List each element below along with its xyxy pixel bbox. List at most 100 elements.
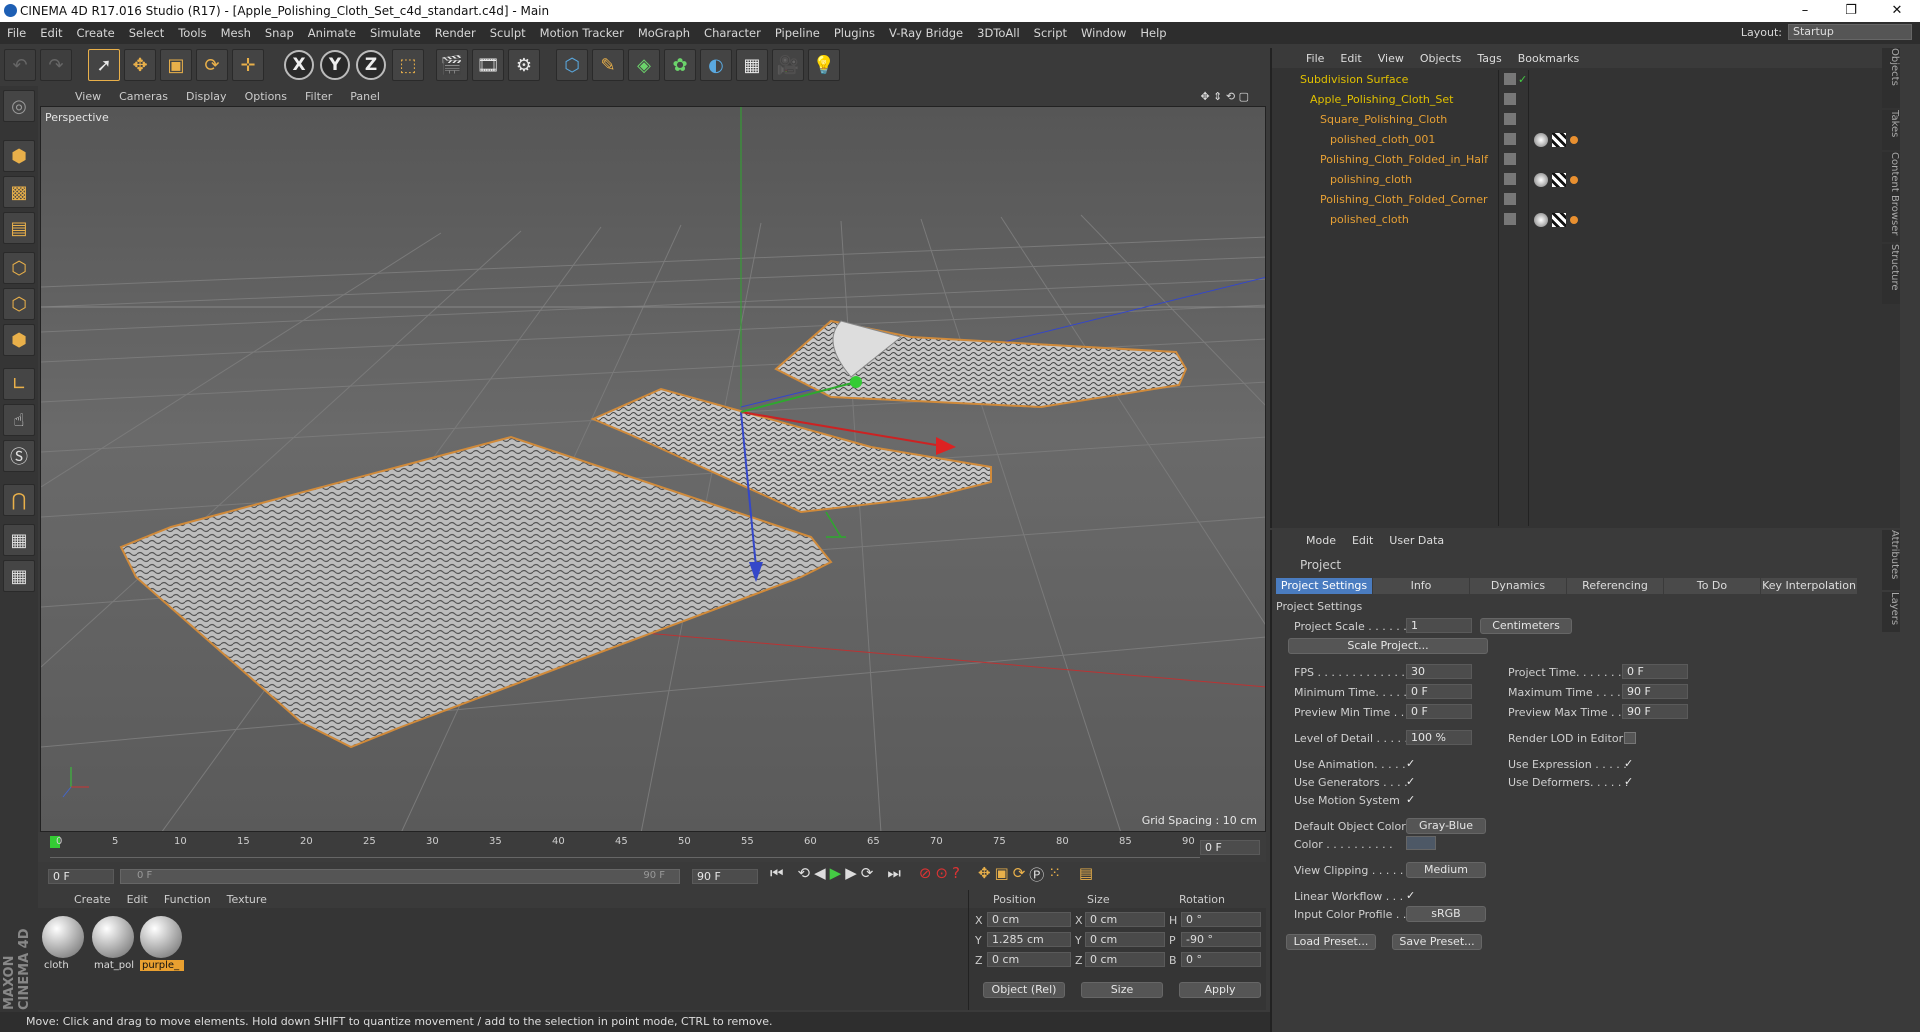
menu-script[interactable]: Script [1027,26,1074,40]
position-x-field[interactable]: 0 cm [987,912,1071,927]
timeline-window-icon[interactable]: ▤ [1079,864,1093,885]
key-scale-icon[interactable]: ▣ [995,864,1009,885]
menu-select[interactable]: Select [122,26,171,40]
texture-tag-icon[interactable] [1552,173,1566,187]
tree-row[interactable]: Polishing_Cloth_Folded_in_Half [1272,150,1902,170]
view-clipping-dropdown[interactable]: Medium [1406,862,1486,878]
tree-row[interactable]: polished_cloth_001 [1272,130,1902,150]
preview-range-slider[interactable]: 0 F 90 F [120,869,680,884]
visibility-icon[interactable] [1504,153,1516,165]
render-picture-viewer-icon[interactable]: 🎞 [472,49,504,81]
layout-dropdown[interactable]: Startup [1788,24,1912,40]
tab-key-interpolation[interactable]: Key Interpolation [1761,578,1857,594]
maximize-button[interactable]: ❐ [1828,0,1874,22]
texture-tag-icon[interactable] [1552,213,1566,227]
y-axis-lock-icon[interactable]: Y [320,50,350,80]
scale-project-button[interactable]: Scale Project... [1288,638,1488,654]
objmenu-bookmarks[interactable]: Bookmarks [1510,52,1587,65]
menu-animate[interactable]: Animate [301,26,363,40]
load-preset-button[interactable]: Load Preset... [1286,934,1376,950]
rotation-h-field[interactable]: 0 ° [1181,912,1261,927]
points-mode-icon[interactable]: ⬡ [3,252,35,284]
perspective-viewport[interactable]: Perspective Grid Spacing : 10 cm [40,106,1266,832]
side-tab-layers[interactable]: Layers [1882,592,1900,632]
go-to-end-icon[interactable]: ⏭ [887,864,901,885]
menu-snap[interactable]: Snap [258,26,301,40]
record-keys-icon[interactable]: ⊘ [919,864,932,885]
side-tab-structure[interactable]: Structure [1882,244,1900,304]
solo-mode-icon[interactable]: Ⓢ [3,440,35,472]
rotate-tool-icon[interactable]: ⟳ [196,49,228,81]
project-scale-field[interactable]: 1 [1406,618,1472,633]
texture-mode-icon[interactable]: ▩ [3,176,35,208]
end-frame-field[interactable]: 90 F [692,869,758,884]
phong-tag-icon[interactable] [1570,216,1578,224]
viewport-menu-display[interactable]: Display [177,90,236,103]
coordinate-system-icon[interactable]: ⬚ [392,49,424,81]
visibility-icon[interactable] [1504,113,1516,125]
phong-tag-icon[interactable] [1570,136,1578,144]
camera-icon[interactable]: 🎥 [772,49,804,81]
preview-max-field[interactable]: 90 F [1622,704,1688,719]
size-y-field[interactable]: 0 cm [1085,932,1165,947]
viewport-menu-panel[interactable]: Panel [341,90,389,103]
minimize-button[interactable]: – [1782,0,1828,22]
workplane-snap-icon[interactable]: ▦ [3,560,35,592]
menu-window[interactable]: Window [1074,26,1133,40]
tab-project-settings[interactable]: Project Settings [1276,578,1372,594]
visibility-icon[interactable] [1504,193,1516,205]
visibility-icon[interactable] [1504,73,1516,85]
project-time-field[interactable]: 0 F [1622,664,1688,679]
material-menu-function[interactable]: Function [156,893,219,906]
tree-row[interactable]: Polishing_Cloth_Folded_Corner [1272,190,1902,210]
project-scale-unit-dropdown[interactable]: Centimeters [1480,618,1572,634]
use-motion-system-checkbox[interactable]: ✓ [1406,794,1418,806]
tree-row[interactable]: polishing_cloth [1272,170,1902,190]
material-tag-icon[interactable] [1534,133,1548,147]
menu-character[interactable]: Character [697,26,768,40]
tree-row[interactable]: Subdivision Surface ✓ [1272,70,1902,90]
x-axis-lock-icon[interactable]: X [284,50,314,80]
size-z-field[interactable]: 0 cm [1085,952,1165,967]
cube-primitive-icon[interactable]: ⬡ [556,49,588,81]
menu-edit[interactable]: Edit [33,26,69,40]
auto-key-icon[interactable]: ⊙ [935,864,948,885]
material-swatch-mat-pol[interactable] [92,916,134,958]
objmenu-tags[interactable]: Tags [1469,52,1509,65]
objmenu-file[interactable]: File [1298,52,1332,65]
material-swatch-cloth[interactable] [42,916,84,958]
position-z-field[interactable]: 0 cm [987,952,1071,967]
render-settings-icon[interactable]: ⚙ [508,49,540,81]
menu-sculpt[interactable]: Sculpt [483,26,533,40]
side-tab-content-browser[interactable]: Content Browser [1882,152,1900,242]
menu-3dtoall[interactable]: 3DToAll [970,26,1027,40]
z-axis-lock-icon[interactable]: Z [356,50,386,80]
select-tool-icon[interactable]: ➚ [88,49,120,81]
deformer-icon[interactable]: ◐ [700,49,732,81]
viewport-menu-view[interactable]: View [66,90,110,103]
current-frame-field[interactable]: 0 F [1200,840,1260,855]
material-swatch-purple[interactable] [140,916,182,958]
tree-row[interactable]: Square_Polishing_Cloth [1272,110,1902,130]
close-button[interactable]: ✕ [1874,0,1920,22]
tree-row[interactable]: Apple_Polishing_Cloth_Set [1272,90,1902,110]
rotation-p-field[interactable]: -90 ° [1181,932,1261,947]
render-view-icon[interactable]: 🎬 [436,49,468,81]
last-tool-icon[interactable]: ✛ [232,49,264,81]
spline-pen-icon[interactable]: ✎ [592,49,624,81]
phong-tag-icon[interactable] [1570,176,1578,184]
use-deformers-checkbox[interactable]: ✓ [1624,776,1636,788]
menu-vray-bridge[interactable]: V-Ray Bridge [882,26,970,40]
max-time-field[interactable]: 90 F [1622,684,1688,699]
tab-referencing[interactable]: Referencing [1567,578,1663,594]
edges-mode-icon[interactable]: ⬡ [3,288,35,320]
input-profile-dropdown[interactable]: sRGB [1406,906,1486,922]
apply-button[interactable]: Apply [1179,982,1261,998]
lod-field[interactable]: 100 % [1406,730,1472,745]
key-position-icon[interactable]: ✥ [978,864,991,885]
visibility-icon[interactable] [1504,93,1516,105]
make-editable-icon[interactable]: ◎ [3,90,35,122]
polygons-mode-icon[interactable]: ⬢ [3,324,35,356]
visibility-icon[interactable] [1504,213,1516,225]
color-swatch[interactable] [1406,836,1436,850]
